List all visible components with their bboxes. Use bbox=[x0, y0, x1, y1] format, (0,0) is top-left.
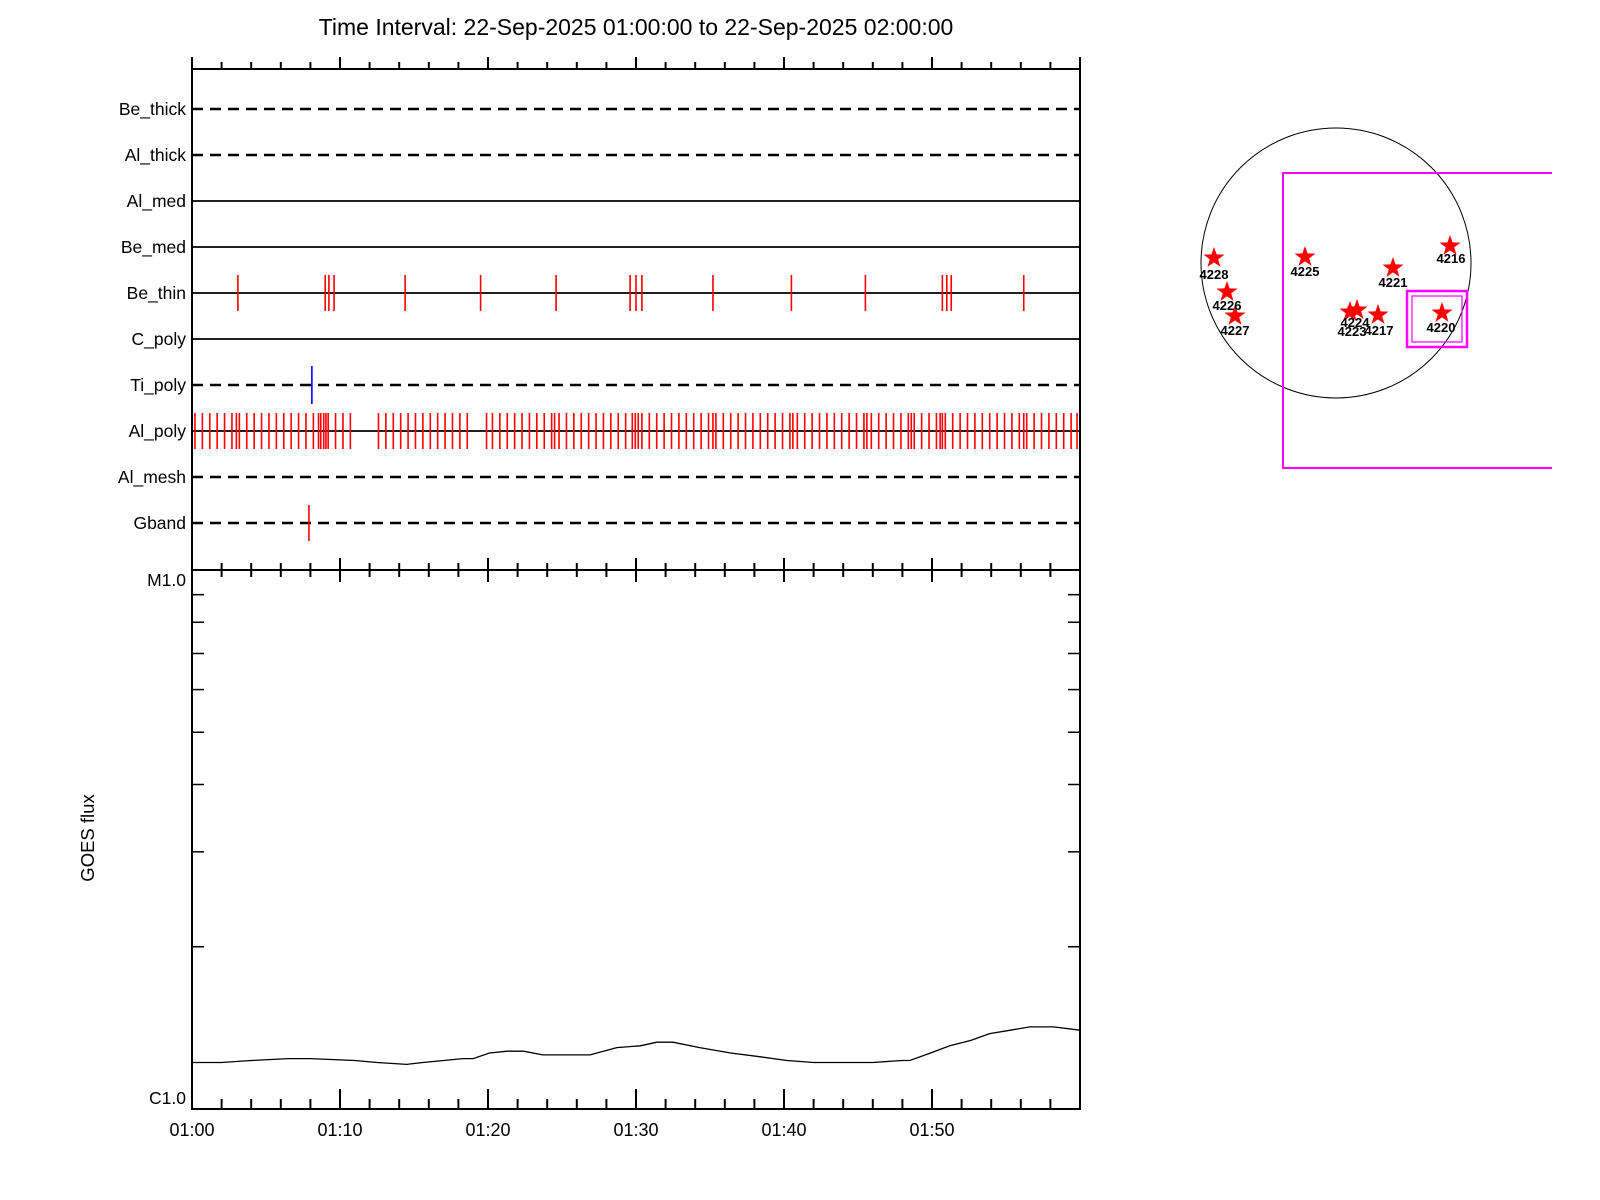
y-axis-top-label: M1.0 bbox=[147, 570, 186, 590]
active-region-star-4217 bbox=[1367, 304, 1389, 324]
active-region-star-4221 bbox=[1382, 257, 1404, 277]
filter-label-Ti_poly: Ti_poly bbox=[130, 375, 186, 395]
goes-panel-frame bbox=[191, 569, 1081, 1110]
filter-label-Be_thick: Be_thick bbox=[118, 99, 186, 119]
active-region-label-4225: 4225 bbox=[1290, 264, 1320, 279]
active-region-label-4227: 4227 bbox=[1220, 323, 1250, 338]
filter-label-Be_med: Be_med bbox=[120, 237, 186, 257]
filter-label-Al_thick: Al_thick bbox=[124, 145, 186, 165]
time-label-01:20: 01:20 bbox=[465, 1120, 511, 1140]
active-region-star-4220 bbox=[1431, 302, 1453, 322]
active-region-label-4220: 4220 bbox=[1426, 320, 1456, 335]
page-title: Time Interval: 22-Sep-2025 01:00:00 to 2… bbox=[318, 14, 954, 40]
active-region-label-4228: 4228 bbox=[1199, 267, 1229, 282]
timeline-panel-frame bbox=[191, 68, 1081, 571]
fov-box-large bbox=[1282, 172, 1552, 469]
active-region-label-4221: 4221 bbox=[1378, 275, 1408, 290]
active-region-label-4226: 4226 bbox=[1212, 298, 1242, 313]
goes-flux-axis-label: GOES flux bbox=[77, 794, 98, 882]
time-label-01:50: 01:50 bbox=[909, 1120, 955, 1140]
filter-label-Al_med: Al_med bbox=[126, 191, 186, 211]
filter-label-Be_thin: Be_thin bbox=[126, 283, 186, 303]
filter-label-Gband: Gband bbox=[133, 513, 186, 533]
time-label-01:00: 01:00 bbox=[169, 1120, 215, 1140]
filter-label-C_poly: C_poly bbox=[131, 329, 186, 349]
y-axis-bottom-label: C1.0 bbox=[149, 1088, 186, 1108]
time-label-01:40: 01:40 bbox=[761, 1120, 807, 1140]
plot-canvas bbox=[191, 57, 1552, 1110]
goes-flux-curve bbox=[192, 1026, 1081, 1066]
time-label-01:30: 01:30 bbox=[613, 1120, 659, 1140]
filter-label-Al_mesh: Al_mesh bbox=[117, 467, 186, 487]
time-label-01:10: 01:10 bbox=[317, 1120, 363, 1140]
active-region-label-4216: 4216 bbox=[1436, 251, 1466, 266]
active-region-star-4228 bbox=[1203, 247, 1225, 267]
active-region-label-4217: 4217 bbox=[1364, 323, 1394, 338]
active-region-label-4223: 4223 bbox=[1337, 324, 1367, 339]
active-region-star-4225 bbox=[1294, 246, 1316, 266]
filter-label-Al_poly: Al_poly bbox=[128, 421, 186, 441]
solar-limb-circle bbox=[1200, 127, 1472, 399]
screenshot-root: Time Interval: 22-Sep-2025 01:00:00 to 2… bbox=[0, 0, 1600, 1200]
